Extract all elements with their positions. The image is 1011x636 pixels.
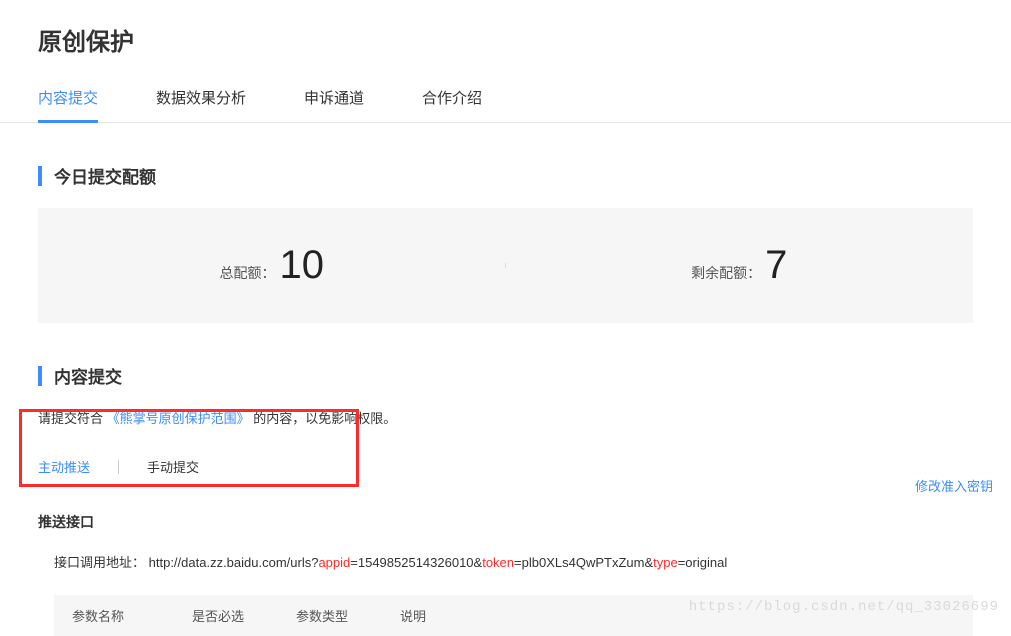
section-quota: 今日提交配额 — [38, 163, 1011, 188]
submit-mode-row: 主动推送 手动提交 — [38, 457, 1011, 476]
quota-remain: 剩余配额： 7 — [506, 243, 974, 288]
modify-key-link[interactable]: 修改准入密钥 — [915, 476, 993, 495]
section-quota-title: 今日提交配额 — [54, 163, 156, 188]
api-key-appid: appid — [318, 555, 350, 570]
param-col-type: 参数类型 — [296, 606, 360, 625]
api-key-type: type — [653, 555, 678, 570]
tab-cooperation[interactable]: 合作介绍 — [422, 87, 482, 122]
tab-appeal[interactable]: 申诉通道 — [304, 87, 364, 122]
quota-remain-label: 剩余配额： — [691, 263, 761, 283]
mode-separator — [118, 460, 119, 474]
api-val-token: =plb0XLs4QwPTxZum& — [514, 555, 653, 570]
tab-content-submit[interactable]: 内容提交 — [38, 87, 98, 122]
quota-total: 总配额： 10 — [38, 243, 506, 288]
quota-total-label: 总配额： — [220, 263, 276, 283]
api-key-token: token — [482, 555, 514, 570]
quota-total-value: 10 — [280, 243, 325, 288]
submit-desc-suffix: 的内容，以免影响权限。 — [253, 411, 396, 426]
submit-mode-manual[interactable]: 手动提交 — [147, 457, 199, 476]
tab-data-analysis[interactable]: 数据效果分析 — [156, 87, 246, 122]
page-title: 原创保护 — [0, 0, 1011, 57]
submit-mode-auto[interactable]: 主动推送 — [38, 457, 90, 476]
param-col-required: 是否必选 — [192, 606, 256, 625]
section-submit-title: 内容提交 — [54, 363, 122, 388]
watermark: https://blog.csdn.net/qq_33026699 — [689, 599, 999, 615]
quota-box: 总配额： 10 剩余配额： 7 — [38, 208, 973, 323]
api-val-type: =original — [678, 555, 728, 570]
submit-description: 请提交符合 《熊掌号原创保护范围》 的内容，以免影响权限。 — [38, 408, 1011, 427]
param-col-name: 参数名称 — [72, 606, 152, 625]
push-api-title: 推送接口 — [38, 512, 1011, 532]
param-col-desc: 说明 — [400, 606, 426, 625]
api-url-prefix: http://data.zz.baidu.com/urls? — [149, 555, 319, 570]
section-submit: 内容提交 — [38, 363, 1011, 388]
submit-desc-prefix: 请提交符合 — [38, 411, 103, 426]
api-url-row: 接口调用地址： http://data.zz.baidu.com/urls?ap… — [54, 552, 1011, 571]
quota-remain-value: 7 — [765, 243, 787, 288]
main-tabs: 内容提交 数据效果分析 申诉通道 合作介绍 — [0, 57, 1011, 123]
api-val-appid: =1549852514326010& — [350, 555, 482, 570]
scope-link[interactable]: 《熊掌号原创保护范围》 — [107, 411, 250, 426]
api-url-label: 接口调用地址： — [54, 555, 145, 570]
